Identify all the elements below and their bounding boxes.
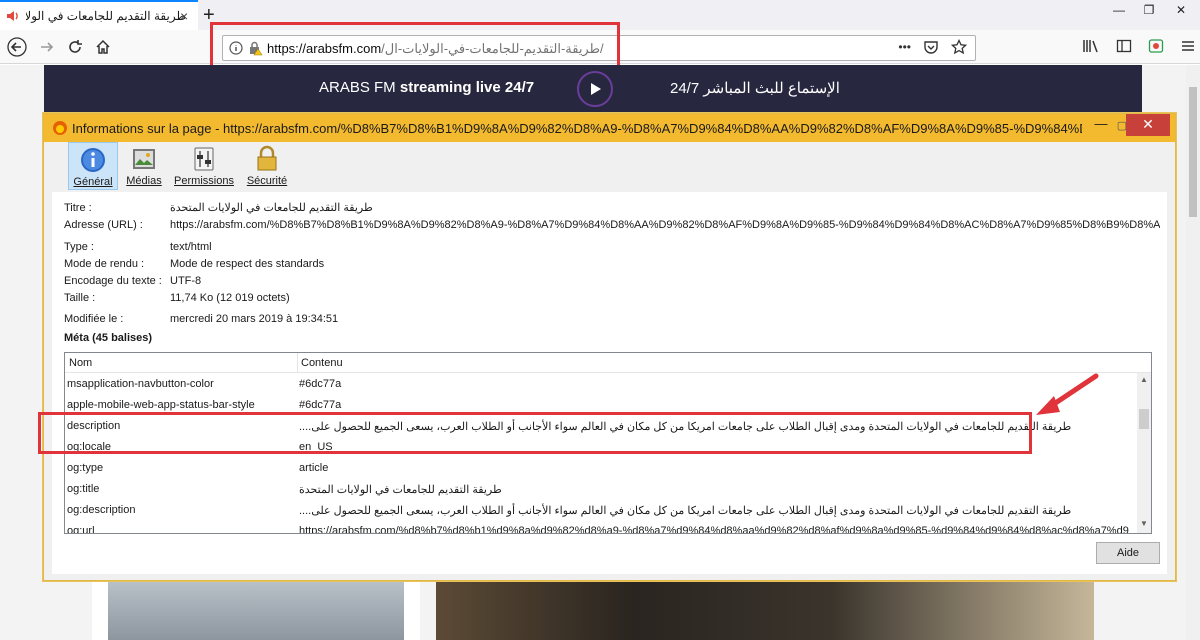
menu-hamburger-icon[interactable]	[1180, 38, 1196, 54]
window-close-button[interactable]: ✕	[1166, 0, 1196, 22]
meta-table-header: Nom Contenu	[65, 353, 1151, 373]
reload-icon	[69, 40, 82, 53]
rendu-label: Mode de rendu :	[64, 258, 145, 270]
library-icon[interactable]	[1082, 38, 1100, 54]
url-actions: •••	[898, 39, 967, 55]
column-separator[interactable]	[297, 353, 298, 373]
audio-playing-icon[interactable]	[6, 10, 20, 22]
forward-button[interactable]	[36, 36, 58, 58]
pocket-icon[interactable]	[923, 39, 939, 55]
meta-key: apple-mobile-web-app-status-bar-style	[67, 399, 255, 411]
column-header-contenu[interactable]: Contenu	[301, 357, 343, 369]
meta-key: og:type	[67, 462, 104, 474]
firefox-icon	[53, 121, 67, 135]
table-row[interactable]: og:type article	[65, 459, 1137, 480]
tab-medias[interactable]: Médias	[122, 142, 166, 190]
browser-tab[interactable]: طريقة التقديم للجامعات في الولا ×	[0, 0, 198, 30]
table-row[interactable]: og:title طريقة التقديم للجامعات في الولاي…	[65, 480, 1137, 501]
meta-heading: Méta (45 balises)	[64, 332, 153, 344]
adresse-label: Adresse (URL) :	[64, 219, 143, 231]
extension-icon[interactable]	[1148, 38, 1164, 54]
column-header-nom[interactable]: Nom	[69, 357, 92, 369]
table-row[interactable]: msapplication-navbutton-color #6dc77a	[65, 375, 1137, 396]
tab-securite[interactable]: Sécurité	[242, 142, 292, 190]
table-row[interactable]: og:url https://arabsfm.com/%d8%b7%d8%b1%d…	[65, 522, 1137, 534]
tab-close-icon[interactable]: ×	[180, 8, 188, 24]
tab-medias-label: Médias	[126, 175, 162, 187]
titre-label: Titre :	[64, 202, 92, 214]
window-minimize-button[interactable]: —	[1104, 0, 1134, 22]
play-icon	[591, 83, 601, 95]
dialog-title: Informations sur la page - https://arabs…	[72, 121, 1082, 136]
meta-value: طريقة التقديم للجامعات في الولايات المتح…	[299, 505, 1072, 517]
modifiee-value[interactable]: mercredi 20 mars 2019 à 19:34:51	[170, 313, 338, 325]
page-actions-menu-icon[interactable]: •••	[898, 40, 911, 54]
streaming-banner[interactable]: ARABS FM streaming live 24/7 الإستماع لل…	[44, 65, 1142, 113]
meta-value: https://arabsfm.com/%d8%b7%d8%b1%d9%8a%d…	[299, 525, 1129, 534]
tab-securite-label: Sécurité	[246, 175, 288, 187]
banner-text-en-bold: streaming live 24/7	[399, 79, 535, 96]
reload-button[interactable]	[64, 36, 86, 58]
window-maximize-button[interactable]: ❐	[1134, 0, 1164, 22]
play-button[interactable]	[577, 71, 613, 107]
dialog-titlebar[interactable]: Informations sur la page - https://arabs…	[44, 114, 1175, 142]
scroll-down-icon[interactable]: ▼	[1140, 519, 1148, 528]
meta-key: og:url	[67, 525, 95, 534]
tab-permissions[interactable]: Permissions	[172, 142, 236, 190]
banner-text-en: ARABS FM streaming live 24/7	[319, 79, 534, 96]
city-image	[108, 580, 404, 640]
annotation-arrow-icon	[1036, 373, 1099, 415]
description-annotation-box	[38, 412, 1032, 454]
meta-value: #6dc77a	[299, 378, 342, 390]
tab-permissions-label: Permissions	[174, 175, 234, 187]
encodage-label: Encodage du texte :	[64, 275, 162, 287]
dialog-close-button[interactable]: ✕	[1126, 114, 1170, 136]
tab-title: طريقة التقديم للجامعات في الولا	[26, 9, 186, 23]
taille-value[interactable]: 11,74 Ko (12 019 octets)	[170, 292, 290, 304]
meta-value: طريقة التقديم للجامعات في الولايات المتح…	[299, 484, 502, 496]
meta-value: #6dc77a	[299, 399, 342, 411]
money-image	[436, 580, 1094, 640]
toolbar-right	[1082, 38, 1196, 54]
page-scrollbar[interactable]	[1186, 65, 1200, 640]
table-row[interactable]: og:description طريقة التقديم للجامعات في …	[65, 501, 1137, 522]
type-value[interactable]: text/html	[170, 241, 212, 253]
bookmark-star-icon[interactable]	[951, 39, 967, 55]
banner-text-ar: الإستماع للبث المباشر 24/7	[670, 80, 840, 97]
media-icon	[133, 149, 155, 169]
lock-icon	[257, 145, 277, 171]
back-arrow-icon	[7, 37, 27, 57]
permissions-icon	[194, 147, 214, 171]
tab-general-label: Général	[73, 176, 113, 188]
meta-table-scroll-thumb[interactable]	[1139, 409, 1149, 429]
home-icon	[96, 39, 110, 54]
taille-label: Taille :	[64, 292, 96, 304]
dialog-body: Titre : طريقة التقديم للجامعات في الولاي…	[52, 192, 1167, 574]
forward-arrow-icon	[41, 42, 54, 52]
encodage-value[interactable]: UTF-8	[170, 275, 201, 287]
meta-key: og:description	[67, 504, 136, 516]
info-icon	[81, 148, 105, 172]
dialog-tabs: Général Médias Permissions Sécurité	[44, 142, 1175, 190]
rendu-value[interactable]: Mode de respect des standards	[170, 258, 324, 270]
page-info-dialog: Informations sur la page - https://arabs…	[43, 113, 1176, 581]
sidebar-icon[interactable]	[1116, 38, 1132, 54]
aide-button[interactable]: Aide	[1096, 542, 1160, 564]
tab-general[interactable]: Général	[68, 142, 118, 190]
banner-text-en-normal: ARABS FM	[319, 79, 400, 96]
meta-value: article	[299, 462, 329, 474]
adresse-value[interactable]: https://arabsfm.com/%D8%B7%D8%B1%D9%8A%D…	[170, 219, 1160, 231]
scroll-up-icon[interactable]: ▲	[1140, 375, 1148, 384]
titre-value[interactable]: طريقة التقديم للجامعات في الولايات المتح…	[170, 201, 373, 214]
meta-key: og:title	[67, 483, 100, 495]
back-button[interactable]	[6, 36, 28, 58]
home-button[interactable]	[92, 36, 114, 58]
meta-key: msapplication-navbutton-color	[67, 378, 214, 390]
page-scroll-thumb[interactable]	[1189, 87, 1197, 217]
meta-table-scrollbar[interactable]: ▲ ▼	[1137, 373, 1151, 533]
type-label: Type :	[64, 241, 94, 253]
modifiee-label: Modifiée le :	[64, 313, 124, 325]
